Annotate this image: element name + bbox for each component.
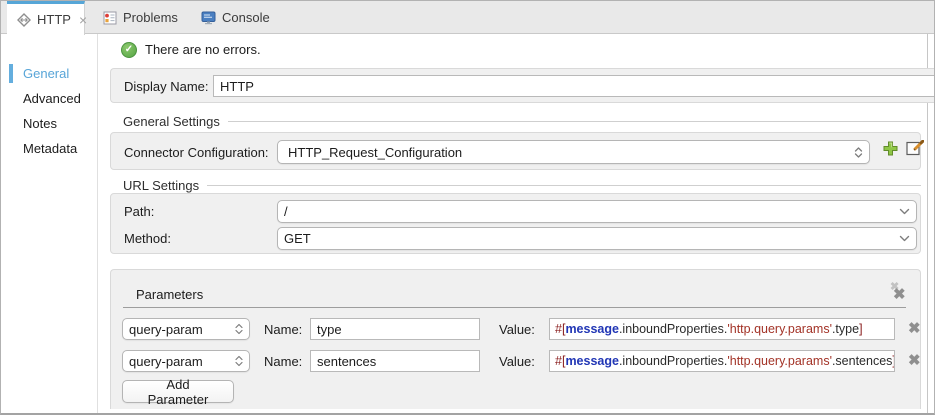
delete-all-icon: ✖ <box>893 286 906 303</box>
console-icon <box>201 11 216 25</box>
display-name-label: Display Name: <box>124 79 209 94</box>
sidebar-item-label: Notes <box>23 116 57 131</box>
tab-label: HTTP <box>37 12 71 27</box>
combo-value: GET <box>284 231 311 246</box>
add-config-button[interactable] <box>882 140 899 157</box>
tab-http[interactable]: HTTP × <box>7 1 87 35</box>
section-rule <box>227 120 921 122</box>
param-name-input[interactable] <box>310 318 480 340</box>
display-name-group: Display Name: <box>110 68 934 103</box>
param-name-label: Name: <box>264 322 303 337</box>
tab-label: Console <box>222 10 270 25</box>
updown-chevron-icon <box>854 146 863 158</box>
section-rule <box>207 184 921 186</box>
status-message: There are no errors. <box>145 42 261 57</box>
plus-icon <box>883 141 898 156</box>
connector-config-label: Connector Configuration: <box>124 145 269 160</box>
display-name-input[interactable] <box>213 75 934 97</box>
chevron-down-icon <box>899 208 910 215</box>
tab-close-icon[interactable]: × <box>79 13 87 27</box>
tab-label: Problems <box>123 10 178 25</box>
sidebar-item-label: Advanced <box>23 91 81 106</box>
parameters-separator <box>123 307 906 308</box>
sidebar-item-label: General <box>23 66 70 81</box>
delete-parameter-icon[interactable]: ✖ <box>908 321 921 336</box>
general-settings-section: General Settings <box>123 113 921 129</box>
edit-icon <box>906 140 924 156</box>
param-name-label: Name: <box>264 354 303 369</box>
section-title: URL Settings <box>123 177 200 193</box>
param-type-select[interactable]: query-param <box>122 318 250 340</box>
sidebar-item-notes[interactable]: Notes <box>1 114 97 133</box>
combo-value: / <box>284 204 288 219</box>
parameters-title: Parameters <box>136 287 204 302</box>
tab-console[interactable]: Console <box>191 1 280 34</box>
path-select[interactable]: / <box>277 200 917 223</box>
url-settings-group: Path: / Method: GET <box>110 193 921 254</box>
param-value-input[interactable]: #[message .inboundProperties.'http.query.… <box>549 318 895 340</box>
method-select[interactable]: GET <box>277 227 917 250</box>
combo-value: HTTP_Request_Configuration <box>288 144 463 160</box>
add-parameter-button[interactable]: Add Parameter <box>122 377 234 407</box>
http-properties-view: HTTP × Problems Console General Advanced… <box>0 0 935 415</box>
chevron-down-icon <box>899 235 910 242</box>
edit-config-button[interactable] <box>906 140 924 156</box>
updown-chevron-icon <box>235 323 243 335</box>
sidebar-item-advanced[interactable]: Advanced <box>1 89 97 108</box>
combo-value: query-param <box>129 321 203 337</box>
delete-parameter-icon[interactable]: ✖ <box>908 353 921 368</box>
param-value-label: Value: <box>499 354 535 369</box>
url-settings-section: URL Settings <box>123 177 921 193</box>
remove-all-parameters-button[interactable]: ✖ ✖ <box>890 281 910 303</box>
connector-config-group: Connector Configuration: HTTP_Request_Co… <box>110 132 921 170</box>
combo-value: query-param <box>129 353 203 369</box>
sidebar-item-general[interactable]: General <box>1 64 97 83</box>
validation-status: ✓ There are no errors. <box>121 41 261 58</box>
updown-chevron-icon <box>235 355 243 367</box>
method-label: Method: <box>124 231 171 246</box>
param-type-select[interactable]: query-param <box>122 350 250 372</box>
parameters-group: Parameters ✖ ✖ query-param Name: Value: … <box>110 269 921 409</box>
tab-problems[interactable]: Problems <box>93 1 188 34</box>
param-name-input[interactable] <box>310 350 480 372</box>
selected-indicator <box>9 64 13 83</box>
properties-sidebar: General Advanced Notes Metadata <box>1 34 98 413</box>
path-label: Path: <box>124 204 155 219</box>
section-title: General Settings <box>123 113 220 129</box>
connector-config-select[interactable]: HTTP_Request_Configuration <box>277 140 870 164</box>
param-value-input[interactable]: #[message .inboundProperties.'http.query.… <box>549 350 895 372</box>
sidebar-item-label: Metadata <box>23 141 78 156</box>
param-value-label: Value: <box>499 322 535 337</box>
http-connector-icon <box>17 12 31 27</box>
problems-icon <box>103 11 117 25</box>
editor-tab-bar: HTTP × Problems Console <box>1 1 934 35</box>
success-check-icon: ✓ <box>121 41 137 58</box>
sidebar-item-metadata[interactable]: Metadata <box>1 139 97 158</box>
